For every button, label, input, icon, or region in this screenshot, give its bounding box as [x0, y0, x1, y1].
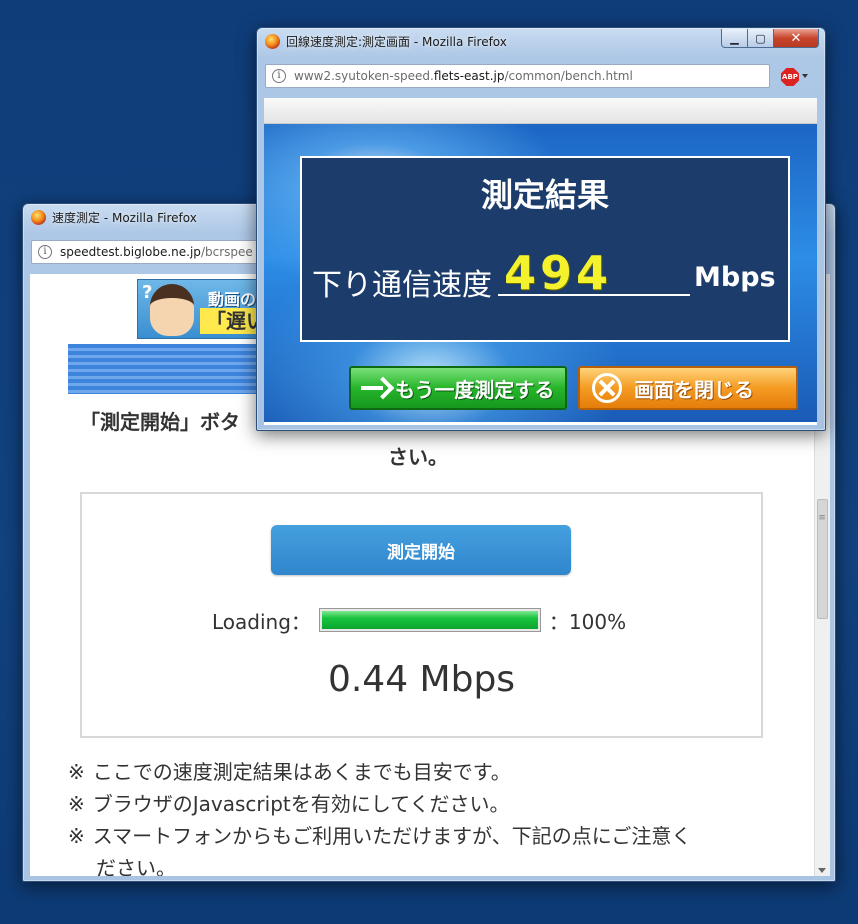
close-icon[interactable]: ✕	[774, 29, 819, 48]
note-item: ださい。	[68, 852, 691, 876]
back-window-title: 速度測定 - Mozilla Firefox	[52, 210, 197, 225]
retest-button[interactable]: もう一度測定する	[349, 366, 567, 410]
download-speed-label: 下り通信速度	[312, 268, 492, 303]
scroll-down-arrow-icon[interactable]	[818, 868, 826, 873]
loading-progress-bar	[318, 608, 541, 632]
banner-character-image	[150, 284, 194, 336]
download-speed-unit: Mbps	[694, 262, 776, 293]
note-item: ※ スマートフォンからもご利用いただけますが、下記の点にご注意く	[68, 820, 691, 852]
window-controls: ▁ ▢ ✕	[721, 29, 819, 48]
note-text: スマートフォンからもご利用いただけますが、下記の点にご注意く	[92, 824, 692, 848]
note-text: ここでの速度測定結果はあくまでも目安です。	[92, 760, 511, 784]
arrow-right-icon	[361, 373, 391, 403]
note-mark: ※	[68, 792, 85, 816]
note-item: ※ ここでの速度測定結果はあくまでも目安です。	[68, 756, 691, 788]
loading-label: Loading：	[212, 609, 311, 634]
popup-url-path: /common/bench.html	[504, 69, 633, 83]
speed-test-box: 測定開始 Loading： ：100% 0.44 Mbps	[80, 492, 763, 738]
x-circle-icon	[592, 373, 622, 403]
loading-progress-fill	[321, 611, 538, 629]
result-panel: 測定結果 下り通信速度 494 Mbps	[300, 156, 790, 342]
adblock-icon[interactable]: ABP	[781, 68, 799, 86]
popup-url-host: flets-east.jp	[433, 69, 505, 83]
popup-url-prefix: www2.syutoken-speed.	[294, 69, 434, 83]
download-value-field: 494	[498, 246, 690, 300]
note-text: ブラウザのJavascriptを有効にしてください。	[92, 792, 510, 816]
info-icon[interactable]: i	[272, 69, 286, 83]
firefox-icon	[31, 209, 46, 225]
download-speed-value: 494	[504, 246, 613, 300]
instruction-text-line1: 「測定開始」ボタ	[80, 410, 240, 434]
instruction-text-line2: さい。	[388, 445, 448, 469]
banner-text-line1: 動画の	[208, 290, 257, 309]
popup-browser-window[interactable]: 回線速度測定:測定画面 - Mozilla Firefox ▁ ▢ ✕ i ww…	[256, 27, 826, 431]
start-test-button[interactable]: 測定開始	[271, 525, 571, 575]
firefox-icon	[265, 33, 280, 49]
minimize-icon[interactable]: ▁	[721, 29, 748, 48]
popup-page-topbar	[264, 98, 817, 124]
note-text: ださい。	[96, 856, 176, 876]
retest-button-label: もう一度測定する	[395, 377, 555, 402]
scrollbar-grip-icon: ≡	[818, 513, 826, 523]
adblock-dropdown-icon[interactable]	[802, 74, 808, 78]
info-icon[interactable]: i	[38, 245, 52, 259]
popup-window-title: 回線速度測定:測定画面 - Mozilla Firefox	[286, 34, 507, 49]
note-mark: ※	[68, 824, 85, 848]
popup-url-bar[interactable]: i www2.syutoken-speed. flets-east.jp/comm…	[265, 64, 770, 88]
result-stage: 測定結果 下り通信速度 494 Mbps もう一度測定する 画面を閉じる	[264, 124, 817, 422]
close-screen-button[interactable]: 画面を閉じる	[578, 366, 798, 410]
notes-list: ※ ここでの速度測定結果はあくまでも目安です。 ※ ブラウザのJavascriptを…	[68, 756, 691, 876]
loading-percent: ：100%	[548, 609, 627, 634]
loading-row: Loading： ：100%	[212, 607, 627, 634]
maximize-icon[interactable]: ▢	[748, 29, 774, 48]
note-mark: ※	[68, 760, 85, 784]
back-url-path: /bcrspee	[200, 245, 253, 259]
note-item: ※ ブラウザのJavascriptを有効にしてください。	[68, 788, 691, 820]
decorative-stripes	[68, 344, 268, 394]
popup-page-content: 測定結果 下り通信速度 494 Mbps もう一度測定する 画面を閉じる	[264, 98, 817, 425]
result-title: 測定結果	[480, 176, 609, 214]
speed-result-value: 0.44 Mbps	[327, 659, 516, 700]
back-url-host: speedtest.biglobe.ne.jp	[60, 245, 201, 259]
close-screen-button-label: 画面を閉じる	[634, 377, 754, 402]
